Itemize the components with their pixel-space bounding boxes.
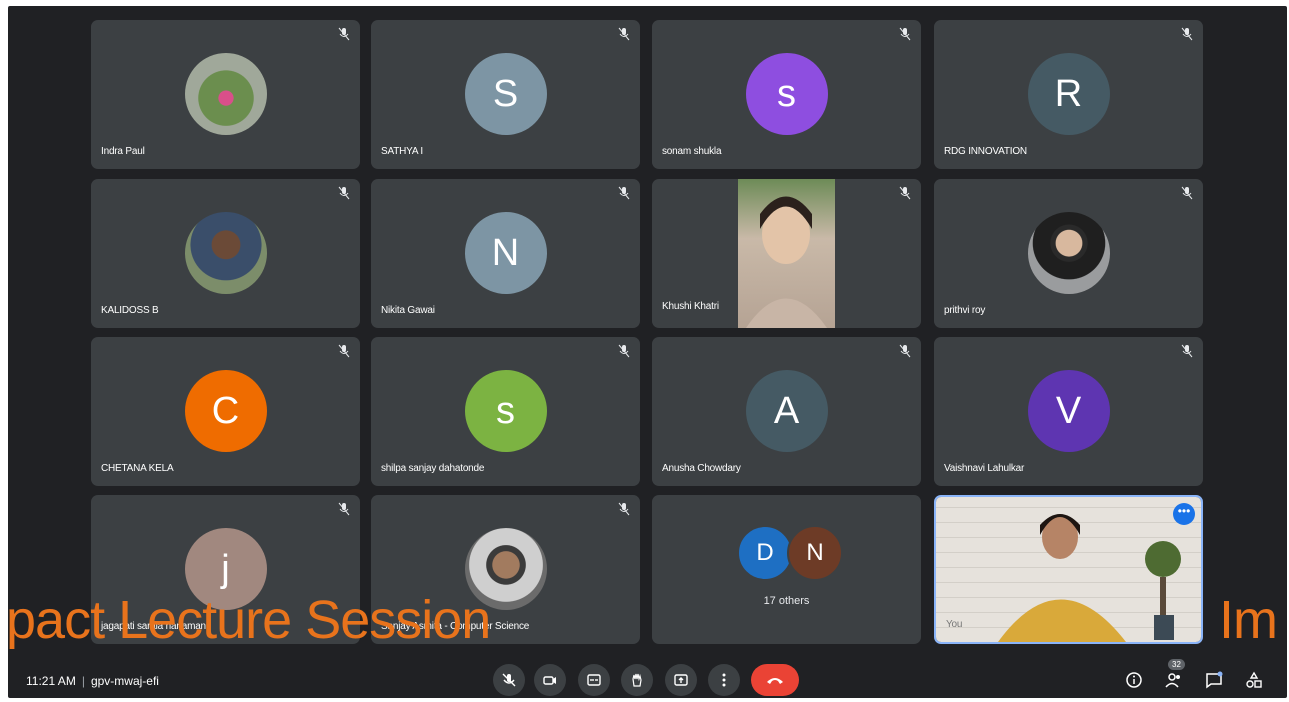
activities-icon bbox=[1246, 671, 1262, 688]
participant-tile[interactable]: s shilpa sanjay dahatonde bbox=[371, 337, 640, 486]
participant-name: shilpa sanjay dahatonde bbox=[381, 463, 485, 474]
participant-video bbox=[738, 179, 835, 328]
raise-hand-button[interactable] bbox=[621, 664, 653, 696]
activities-button[interactable] bbox=[1242, 668, 1266, 692]
mic-button[interactable] bbox=[493, 664, 525, 696]
people-button[interactable]: 32 bbox=[1162, 659, 1186, 692]
end-call-icon bbox=[767, 678, 783, 684]
more-options-button[interactable] bbox=[708, 664, 740, 696]
hand-icon bbox=[632, 673, 642, 687]
others-tile[interactable]: D N 17 others bbox=[652, 495, 921, 644]
mic-off-icon bbox=[618, 27, 630, 41]
participant-tile[interactable]: s sonam shukla bbox=[652, 20, 921, 169]
mic-off-icon bbox=[1181, 27, 1193, 41]
mic-off-icon bbox=[899, 27, 911, 41]
info-icon bbox=[1126, 672, 1142, 688]
participant-avatar: N bbox=[787, 525, 843, 581]
participant-name: Nikita Gawai bbox=[381, 305, 435, 316]
participant-tile[interactable]: S SATHYA I bbox=[371, 20, 640, 169]
presenter-video bbox=[936, 497, 1201, 642]
participant-avatar: N bbox=[464, 212, 547, 294]
participant-name: CHETANA KELA bbox=[101, 463, 174, 474]
participant-name: SATHYA I bbox=[381, 146, 423, 157]
caption-text-right: Im bbox=[1219, 590, 1278, 650]
mic-off-icon bbox=[338, 344, 350, 358]
meeting-details-button[interactable] bbox=[1122, 668, 1146, 692]
mic-off-icon bbox=[899, 344, 911, 358]
people-icon bbox=[1165, 673, 1180, 688]
more-options-icon[interactable]: ••• bbox=[1173, 503, 1195, 525]
meeting-time: 11:21 AM bbox=[26, 674, 76, 688]
people-count-badge: 32 bbox=[1168, 659, 1185, 670]
caption-text-left: pact Lecture Session bbox=[8, 590, 491, 650]
mic-off-icon bbox=[618, 344, 630, 358]
participant-tile[interactable]: R RDG INNOVATION bbox=[934, 20, 1203, 169]
leave-call-button[interactable] bbox=[751, 664, 799, 696]
participant-tile[interactable]: V Vaishnavi Lahulkar bbox=[934, 337, 1203, 486]
participant-name: RDG INNOVATION bbox=[944, 146, 1027, 157]
participant-name: Indra Paul bbox=[101, 146, 145, 157]
mic-off-icon bbox=[618, 186, 630, 200]
participant-tile[interactable]: KALIDOSS B bbox=[91, 179, 360, 328]
mic-off-icon bbox=[338, 27, 350, 41]
mic-off-icon bbox=[1181, 186, 1193, 200]
camera-icon bbox=[543, 676, 556, 685]
more-vert-icon bbox=[722, 673, 726, 687]
participant-avatar: s bbox=[464, 370, 547, 452]
meeting-separator: | bbox=[81, 674, 85, 688]
participant-avatar: V bbox=[1027, 370, 1110, 452]
participant-tile[interactable]: prithvi roy bbox=[934, 179, 1203, 328]
participant-tile[interactable]: C CHETANA KELA bbox=[91, 337, 360, 486]
participant-name: prithvi roy bbox=[944, 305, 986, 316]
others-avatars: D N bbox=[737, 525, 847, 581]
mic-off-icon bbox=[618, 502, 630, 516]
bottom-toolbar: 11:21 AM | gpv-mwaj-efi 32 bbox=[8, 652, 1287, 698]
chat-icon bbox=[1206, 671, 1223, 689]
camera-button[interactable] bbox=[534, 664, 566, 696]
present-button[interactable] bbox=[665, 664, 697, 696]
participant-avatar: s bbox=[745, 53, 828, 135]
participant-avatar: A bbox=[745, 370, 828, 452]
participant-name: Vaishnavi Lahulkar bbox=[944, 463, 1025, 474]
participant-avatar: R bbox=[1027, 53, 1110, 135]
participant-avatar: S bbox=[464, 53, 547, 135]
participant-tile[interactable]: A Anusha Chowdary bbox=[652, 337, 921, 486]
mic-off-icon bbox=[1181, 344, 1193, 358]
participant-name: KALIDOSS B bbox=[101, 305, 159, 316]
participant-tile[interactable]: N Nikita Gawai bbox=[371, 179, 640, 328]
participant-name: Khushi Khatri bbox=[662, 301, 719, 312]
participant-photo bbox=[184, 212, 267, 294]
participant-name: You bbox=[946, 619, 963, 630]
participant-name: Anusha Chowdary bbox=[662, 463, 741, 474]
mic-off-icon bbox=[338, 502, 350, 516]
participant-avatar: C bbox=[184, 370, 267, 452]
presenter-tile[interactable]: ••• You bbox=[934, 495, 1203, 644]
others-count-label: 17 others bbox=[763, 595, 810, 607]
meeting-stage: Indra Paul S SATHYA I s sonam shukla R R… bbox=[8, 6, 1287, 698]
captions-icon bbox=[587, 674, 601, 686]
mic-off-icon bbox=[899, 186, 911, 200]
participant-avatar: D bbox=[737, 525, 793, 581]
meeting-code: gpv-mwaj-efi bbox=[90, 674, 159, 688]
participant-name: sonam shukla bbox=[662, 146, 722, 157]
participant-photo bbox=[1027, 212, 1110, 294]
chat-button[interactable] bbox=[1202, 668, 1226, 692]
participant-tile[interactable]: Khushi Khatri bbox=[652, 179, 921, 328]
mic-off-icon bbox=[502, 673, 516, 687]
present-icon bbox=[674, 674, 688, 686]
participant-photo bbox=[184, 53, 267, 135]
mic-off-icon bbox=[338, 186, 350, 200]
meeting-info: 11:21 AM | gpv-mwaj-efi bbox=[26, 674, 159, 688]
captions-button[interactable] bbox=[578, 664, 610, 696]
participant-tile[interactable]: Indra Paul bbox=[91, 20, 360, 169]
